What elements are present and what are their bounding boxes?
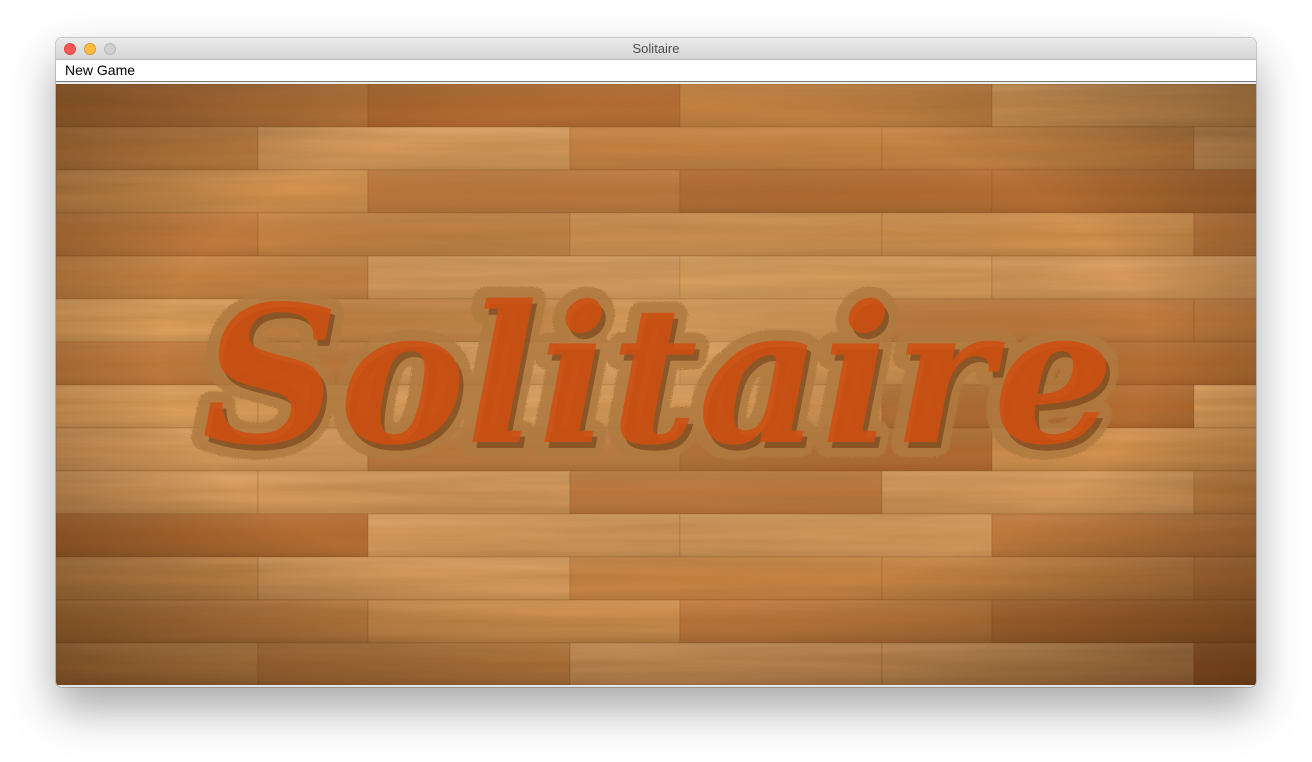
splash-title: Solitaire Solitaire Solitaire <box>189 253 1127 502</box>
title-bar[interactable]: Solitaire <box>56 38 1256 60</box>
game-table[interactable]: Solitaire Solitaire Solitaire <box>56 84 1256 685</box>
splash-title-text: Solitaire <box>202 264 1114 487</box>
new-game-menu-item[interactable]: New Game <box>65 62 135 78</box>
window-bottom-edge <box>56 685 1256 687</box>
window-title: Solitaire <box>632 41 680 56</box>
wood-table-background: Solitaire Solitaire Solitaire <box>56 84 1256 685</box>
app-window: Solitaire New Game Solitaire Solitaire S… <box>56 38 1256 687</box>
menu-bar: New Game <box>56 60 1256 82</box>
